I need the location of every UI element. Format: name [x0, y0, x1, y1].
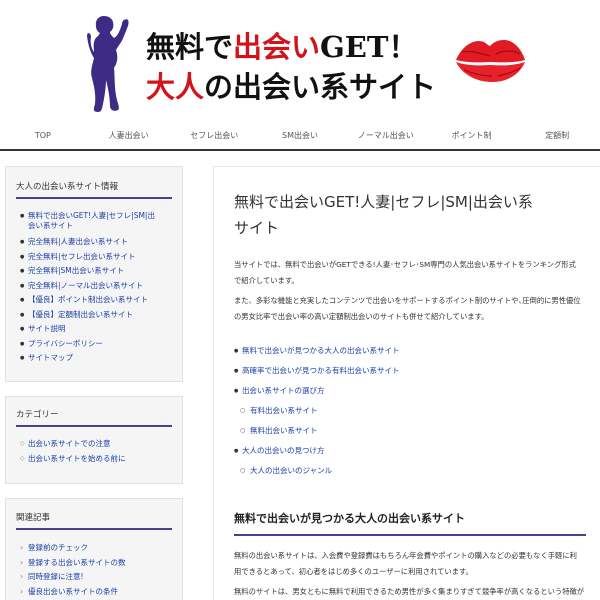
sidebar-item[interactable]: 【優良】定額制出会い系サイト [20, 308, 174, 323]
sidebar-item[interactable]: サイトマップ [20, 351, 174, 366]
sidebar-item[interactable]: 完全無料|人妻出会い系サイト [20, 235, 174, 250]
section-heading: 無料で出会いが見つかる大人の出会い系サイト [234, 510, 586, 536]
nav-sm[interactable]: SM出会い [257, 125, 343, 149]
intro-paragraph-2: また、多彩な機能と充実したコンテンツで出会いをサポートするポイント制のサイトや､… [234, 296, 581, 321]
nav-normal[interactable]: ノーマル出会い [343, 125, 429, 149]
sidebar-category-box: カテゴリー 出会い系サイトでの注意 出会い系サイトを始める前に [5, 396, 183, 484]
sidebar-item[interactable]: 完全無料|ノーマル出会い系サイト [20, 279, 174, 294]
woman-silhouette-icon [87, 16, 129, 112]
sidebar-item[interactable]: 完全無料|セフレ出会い系サイト [20, 250, 174, 265]
body-paragraph-2: 無料のサイトは、男女ともに無料で利用できるため男性が多く集まりすぎて競争率が高く… [234, 587, 585, 596]
site-header[interactable]: 無料で出会いGET！ 大人の出会い系サイト [0, 0, 600, 125]
related-item[interactable]: 登録する出会い系サイトの数 [20, 556, 174, 571]
site-title-line2: 大人の出会い系サイト [146, 70, 437, 104]
category-item[interactable]: 出会い系サイトを始める前に [20, 452, 174, 467]
body-paragraph-1: 無料の出会い系サイトは、入会費や登録費はもちろん年会費やポイントの購入などの必要… [234, 551, 577, 576]
toc-item[interactable]: 出会い系サイトの選び方 [234, 384, 400, 404]
sidebar-item[interactable]: 完全無料|SM出会い系サイト [20, 264, 174, 279]
sidebar-category-title: カテゴリー [16, 410, 59, 420]
related-item[interactable]: 優良出会い系サイトの条件 [20, 585, 174, 600]
toc-subitem[interactable]: 大人の出会いのジャンル [234, 464, 400, 484]
nav-top[interactable]: TOP [0, 125, 86, 149]
related-item[interactable]: 登録前のチェック [20, 541, 174, 556]
nav-point[interactable]: ポイント制 [429, 125, 515, 149]
nav-sefure[interactable]: セフレ出会い [171, 125, 257, 149]
sidebar-info-title: 大人の出会い系サイト情報 [16, 182, 119, 192]
sidebar-item[interactable]: 無料で出会いGET!人妻|セフレ|SM|出 会い系サイト [20, 211, 174, 231]
category-item[interactable]: 出会い系サイトでの注意 [20, 437, 174, 452]
toc-subitem[interactable]: 無料出会い系サイト [234, 424, 400, 444]
toc-item[interactable]: 高確率で出会いが見つかる有料出会い系サイト [234, 364, 400, 384]
toc-item[interactable]: 大人の出会いの見つけ方 [234, 444, 400, 464]
sidebar-item[interactable]: 【優良】ポイント制出会い系サイト [20, 293, 174, 308]
lips-icon [456, 40, 525, 82]
main-nav: TOP 人妻出会い セフレ出会い SM出会い ノーマル出会い ポイント制 定額制 [0, 125, 600, 151]
nav-fixed[interactable]: 定額制 [514, 125, 600, 149]
site-title-line1: 無料で出会いGET！ [146, 30, 418, 64]
intro-paragraph-1: 当サイトでは、無料で出会いがGETできる!人妻･セフレ･SM専門の人気出会い系サ… [234, 260, 576, 285]
nav-married[interactable]: 人妻出会い [86, 125, 172, 149]
toc-item[interactable]: 無料で出会いが見つかる大人の出会い系サイト [234, 344, 400, 364]
related-item[interactable]: 同時登録に注意! [20, 570, 174, 585]
table-of-contents: 無料で出会いが見つかる大人の出会い系サイト 高確率で出会いが見つかる有料出会い系… [234, 344, 400, 484]
sidebar-related-title: 関連記事 [16, 513, 51, 523]
toc-subitem[interactable]: 有料出会い系サイト [234, 404, 400, 424]
sidebar-item[interactable]: サイト説明 [20, 322, 174, 337]
main-content: 無料で出会いGET!人妻|セフレ|SM|出会い系 サイト 当サイトでは、無料で出… [213, 166, 600, 600]
sidebar-info-box: 大人の出会い系サイト情報 無料で出会いGET!人妻|セフレ|SM|出 会い系サイ… [5, 166, 183, 382]
sidebar-related-box: 関連記事 登録前のチェック 登録する出会い系サイトの数 同時登録に注意! 優良出… [5, 498, 183, 600]
sidebar-item[interactable]: プライバシーポリシー [20, 337, 174, 352]
page-title: 無料で出会いGET!人妻|セフレ|SM|出会い系 サイト [234, 193, 533, 237]
